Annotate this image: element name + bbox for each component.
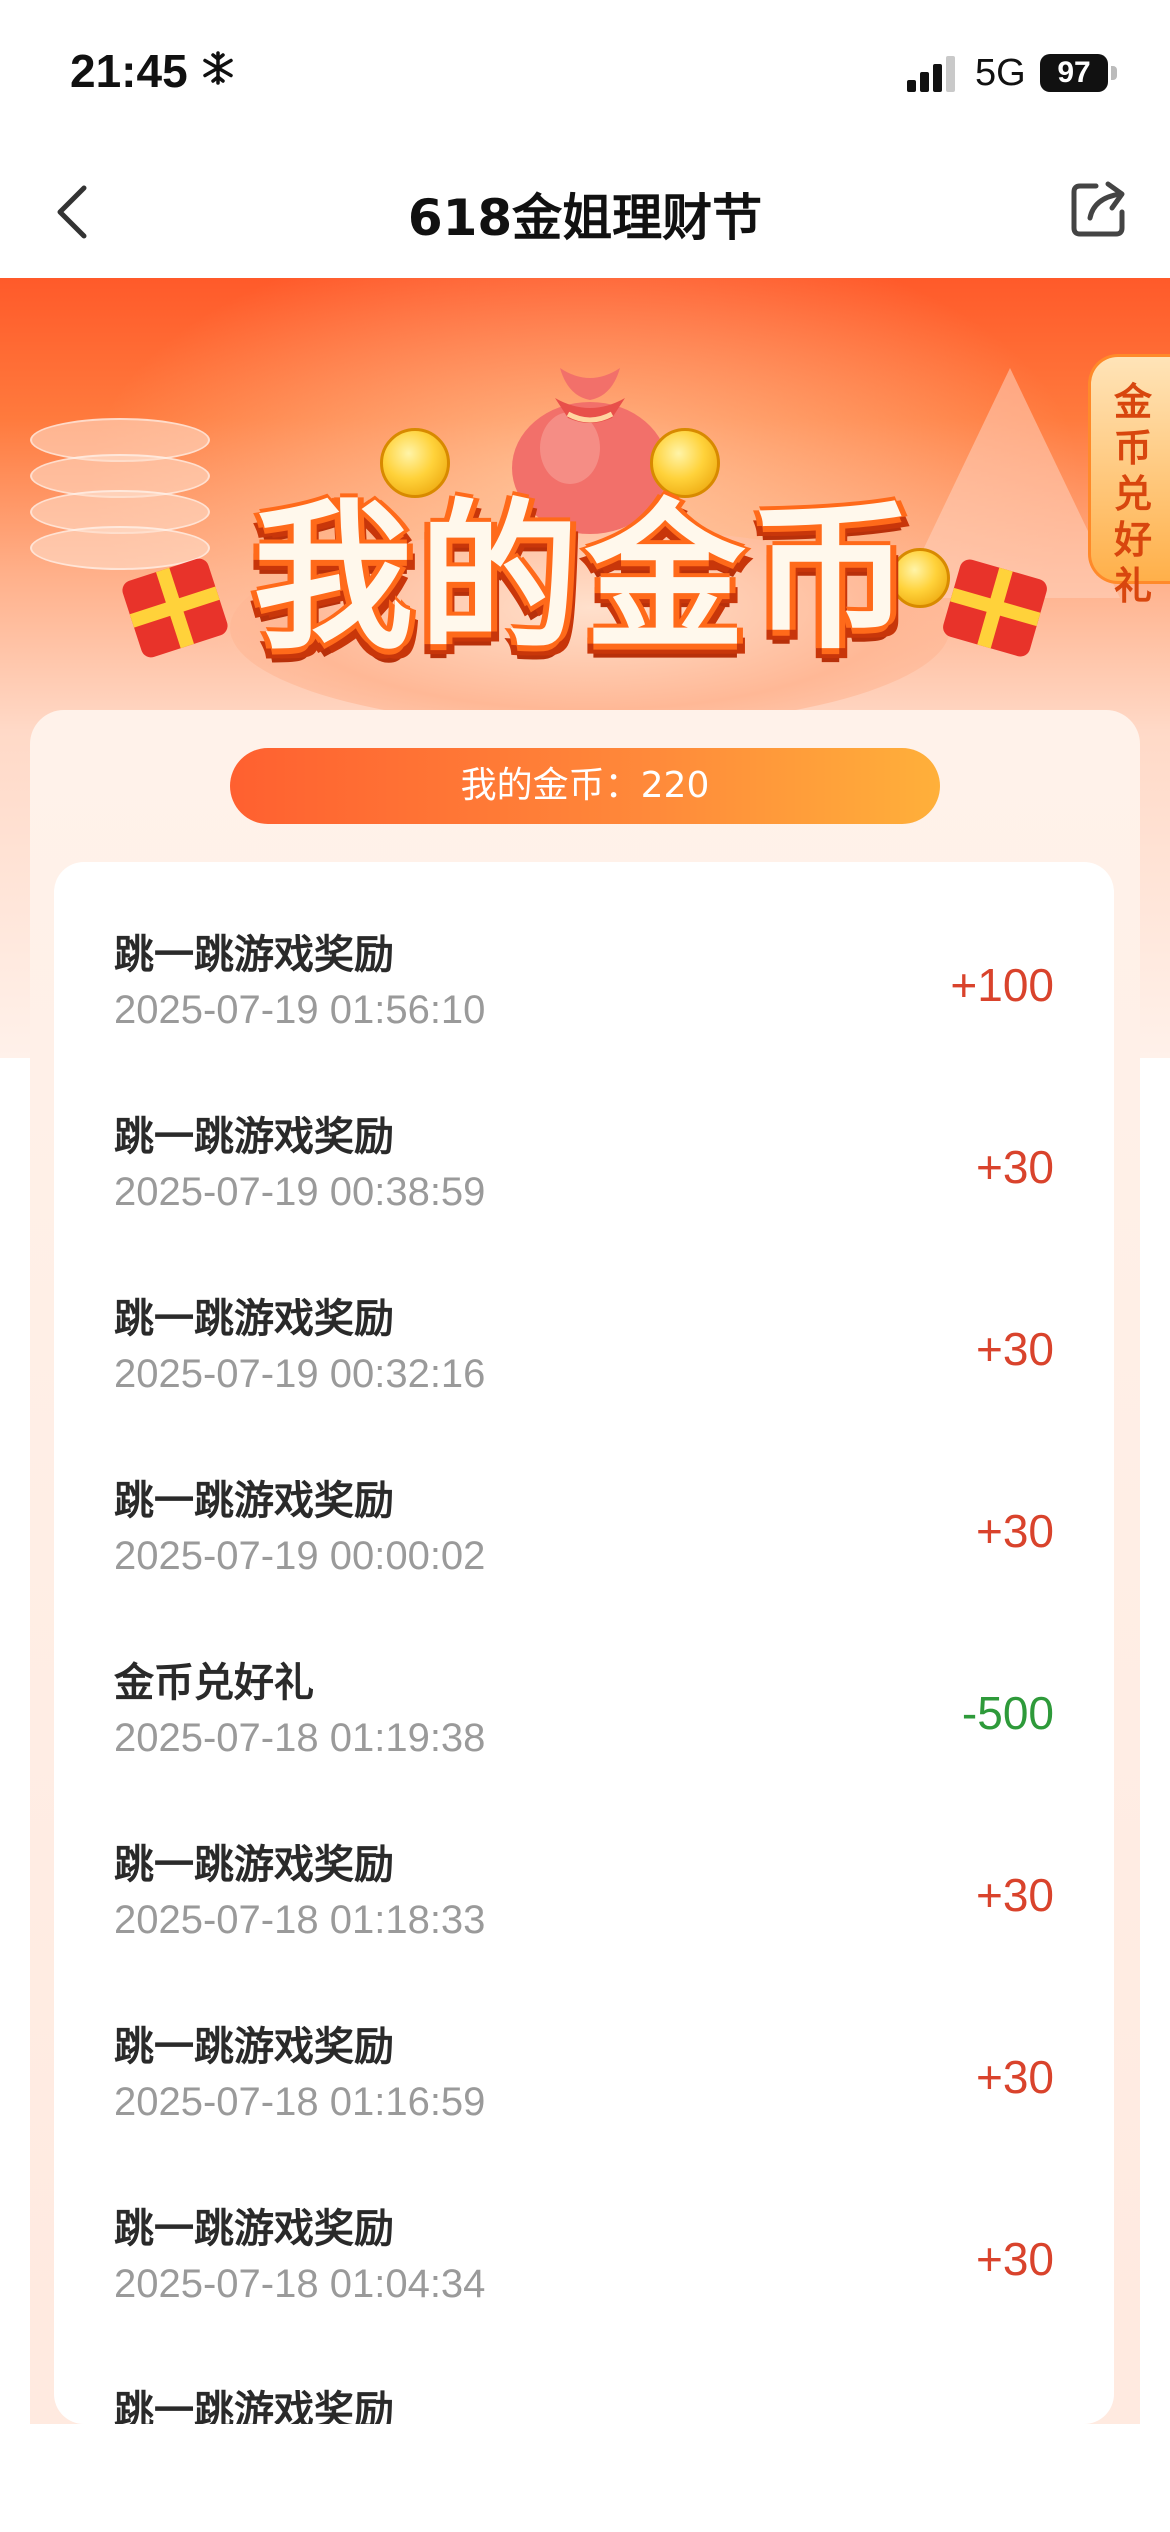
record-title: 跳一跳游戏奖励 — [114, 1114, 394, 1160]
list-item: 金币兑好礼 2025-07-18 01:19:38 -500 — [54, 1650, 1114, 1832]
page-title: 618金姐理财节 — [407, 189, 763, 247]
record-title: 金币兑好礼 — [114, 1660, 314, 1706]
list-item: 跳一跳游戏奖励 2025-07-19 00:00:02 +30 — [54, 1468, 1114, 1650]
list-item: 跳一跳游戏奖励 — [54, 2378, 1114, 2424]
record-amount: +30 — [975, 2233, 1054, 2285]
navigation-bar: 618金姐理财节 — [0, 150, 1170, 278]
coin-record-list[interactable]: 跳一跳游戏奖励 2025-07-19 01:56:10 +100 跳一跳游戏奖励 202… — [54, 862, 1114, 2424]
snowflake-icon — [203, 51, 233, 85]
coin-balance-badge: 我的金币：220 — [230, 748, 940, 824]
list-item: 跳一跳游戏奖励 2025-07-18 01:18:33 +30 — [54, 1832, 1114, 2014]
list-item: 跳一跳游戏奖励 2025-07-19 00:38:59 +30 — [54, 1104, 1114, 1286]
record-amount: -500 — [961, 1687, 1054, 1739]
record-title: 跳一跳游戏奖励 — [114, 2388, 394, 2424]
record-time: 2025-07-18 01:16:59 — [114, 2080, 486, 2124]
record-amount: +100 — [950, 959, 1054, 1011]
record-title: 跳一跳游戏奖励 — [114, 1296, 394, 1342]
list-item: 跳一跳游戏奖励 2025-07-19 01:56:10 +100 — [54, 922, 1114, 1104]
hero-title: 我的金币 — [252, 484, 917, 671]
record-title: 跳一跳游戏奖励 — [114, 2024, 394, 2070]
gift-exchange-tab[interactable]: 金币兑好礼 — [1088, 354, 1170, 608]
network-label: 5G — [975, 52, 1026, 94]
record-time: 2025-07-18 01:04:34 — [114, 2262, 486, 2306]
record-time: 2025-07-18 01:18:33 — [114, 1898, 486, 1942]
record-time: 2025-07-19 00:00:02 — [114, 1534, 486, 1578]
record-time: 2025-07-19 00:38:59 — [114, 1170, 486, 1214]
record-amount: +30 — [975, 2051, 1054, 2103]
gift-exchange-label: 金币兑好礼 — [1113, 380, 1152, 608]
record-time: 2025-07-18 01:19:38 — [114, 1716, 486, 1760]
record-amount: +30 — [975, 1141, 1054, 1193]
record-amount: +30 — [975, 1505, 1054, 1557]
record-title: 跳一跳游戏奖励 — [114, 932, 394, 978]
record-title: 跳一跳游戏奖励 — [114, 2206, 394, 2252]
record-amount: +30 — [975, 1869, 1054, 1921]
list-item: 跳一跳游戏奖励 2025-07-19 00:32:16 +30 — [54, 1286, 1114, 1468]
record-title: 跳一跳游戏奖励 — [114, 1842, 394, 1888]
record-time: 2025-07-19 00:32:16 — [114, 1352, 486, 1396]
list-item: 跳一跳游戏奖励 2025-07-18 01:16:59 +30 — [54, 2014, 1114, 2196]
battery-level: 97 — [1040, 54, 1108, 92]
share-icon[interactable] — [1068, 176, 1132, 240]
list-item: 跳一跳游戏奖励 2025-07-18 01:04:34 +30 — [54, 2196, 1114, 2378]
status-bar: 21:45 5G 97 — [0, 0, 1170, 150]
record-amount: +30 — [975, 1323, 1054, 1375]
record-title: 跳一跳游戏奖励 — [114, 1478, 394, 1524]
bottom-safe-area — [0, 2424, 1170, 2532]
battery-tip — [1111, 66, 1117, 80]
status-time: 21:45 — [70, 45, 188, 97]
signal-icon — [907, 56, 955, 92]
record-time: 2025-07-19 01:56:10 — [114, 988, 486, 1032]
